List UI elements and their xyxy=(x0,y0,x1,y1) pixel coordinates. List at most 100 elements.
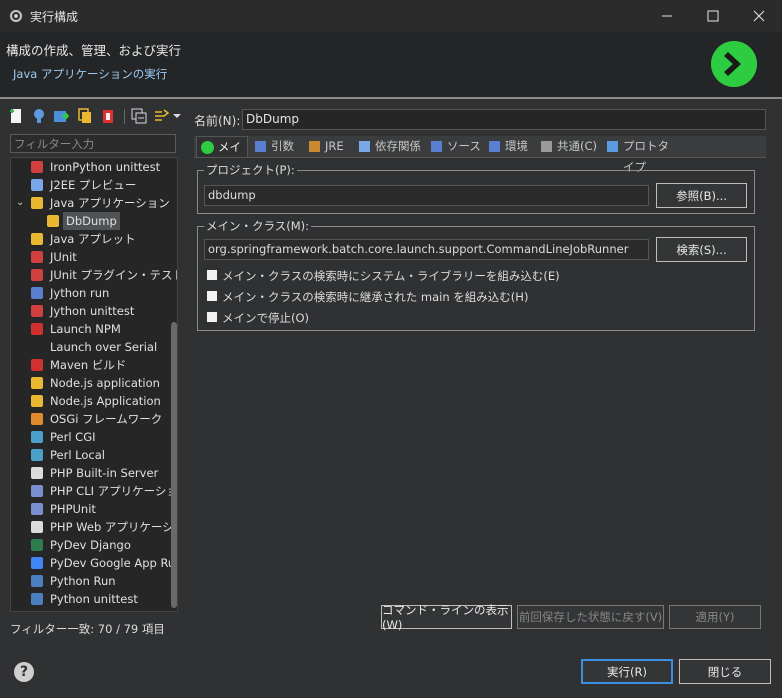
tab-dependencies[interactable]: 依存関係 xyxy=(354,136,424,157)
php-web-icon xyxy=(31,521,43,533)
browse-project-button[interactable]: 参照(B)... xyxy=(656,183,747,208)
tree-item[interactable]: PHPUnit xyxy=(11,500,171,518)
tree-item[interactable]: J2EE プレビュー xyxy=(11,176,171,194)
run-banner-icon xyxy=(711,41,757,87)
delete-config-icon[interactable] xyxy=(100,108,116,124)
view-menu-chevron-down-icon[interactable] xyxy=(172,111,182,121)
filter-input[interactable]: フィルター入力 xyxy=(10,134,176,153)
tab-environment[interactable]: 環境 xyxy=(484,136,534,157)
tab-arguments[interactable]: 引数 xyxy=(250,136,302,157)
collapse-all-icon[interactable] xyxy=(131,108,147,124)
tree-item-label: Maven ビルド xyxy=(50,358,127,372)
name-label: 名前(N): xyxy=(194,114,241,128)
header-subtitle: Java アプリケーションの実行 xyxy=(13,67,168,81)
include-system-libs-checkbox[interactable]: メイン・クラスの検索時にシステム・ライブラリーを組み込む(E) xyxy=(207,268,627,283)
arguments-tab-icon xyxy=(255,141,266,152)
tree-item[interactable]: Jython unittest xyxy=(11,302,171,320)
tab-label: 環境 xyxy=(505,139,528,153)
tab-main[interactable]: メイン xyxy=(196,136,248,175)
tree-item[interactable]: ⌄ Java アプリケーション xyxy=(11,194,171,212)
tree-item[interactable]: PHP CLI アプリケーション xyxy=(11,482,177,500)
java-app-icon xyxy=(31,197,43,209)
tree-item[interactable]: Maven ビルド xyxy=(11,356,171,374)
tree-item[interactable]: Node.js Application xyxy=(11,392,171,410)
search-main-class-button[interactable]: 検索(S)... xyxy=(656,237,747,262)
tree-item-label: Python Run xyxy=(50,574,116,588)
tree-item-label: IronPython unittest xyxy=(50,160,161,174)
duplicate-config-icon[interactable] xyxy=(77,108,93,124)
config-type-tree[interactable]: IronPython unittest J2EE プレビュー ⌄ Java アプリケー… xyxy=(10,157,178,612)
common-tab-icon xyxy=(541,141,552,152)
toolbar-separator xyxy=(124,109,125,124)
tree-item[interactable]: Python Run xyxy=(11,572,171,590)
filter-status: フィルター一致: 70 / 79 項目 xyxy=(10,622,165,636)
tree-item-label: PHP CLI アプリケーション xyxy=(50,484,178,498)
tree-item[interactable]: PyDev Google App Ru xyxy=(11,554,175,572)
ironpython-unittest-icon xyxy=(31,161,43,173)
close-button[interactable]: 閉じる xyxy=(679,659,771,684)
tree-item-label: DbDump xyxy=(63,212,120,230)
tree-item[interactable]: PyDev Django xyxy=(11,536,171,554)
show-command-line-button[interactable]: コマンド・ラインの表示(W) xyxy=(381,603,512,632)
maximize-button[interactable] xyxy=(690,0,736,32)
new-prototype-icon[interactable] xyxy=(31,108,47,124)
jython-run-icon xyxy=(31,287,43,299)
tree-item[interactable]: PHP Built-in Server xyxy=(11,464,171,482)
project-input[interactable]: dbdump xyxy=(204,185,649,206)
tab-label: JRE xyxy=(325,139,344,153)
php-server-icon xyxy=(31,467,43,479)
tree-item[interactable]: Launch NPM xyxy=(11,320,171,338)
tree-item[interactable]: Python unittest xyxy=(11,590,171,608)
tree-item[interactable]: Launch over Serial xyxy=(11,338,171,356)
minimize-button[interactable] xyxy=(644,0,690,32)
maven-icon xyxy=(31,359,43,371)
main-class-input[interactable]: org.springframework.batch.core.launch.su… xyxy=(204,239,649,260)
tab-label: ソース xyxy=(447,139,481,153)
tree-item[interactable]: IronPython unittest xyxy=(11,158,171,176)
npm-icon xyxy=(31,323,43,335)
tab-label: 引数 xyxy=(271,139,294,153)
close-window-button[interactable] xyxy=(736,0,782,32)
tree-scrollbar[interactable] xyxy=(171,322,177,608)
php-cli-icon xyxy=(31,485,43,497)
tree-item[interactable]: PHP Web アプリケーション xyxy=(11,518,177,536)
stop-in-main-checkbox[interactable]: メインで停止(O) xyxy=(207,310,407,325)
name-input[interactable]: DbDump xyxy=(242,109,766,130)
export-config-icon[interactable] xyxy=(53,108,69,124)
include-inherited-main-checkbox[interactable]: メイン・クラスの検索時に継承された main を組み込む(H) xyxy=(207,289,627,304)
tree-item[interactable]: Node.js application xyxy=(11,374,171,392)
tree-item[interactable]: OSGi フレームワーク xyxy=(11,410,171,428)
apply-button[interactable]: 適用(Y) xyxy=(669,605,761,629)
tab-prototype[interactable]: プロトタイプ xyxy=(602,136,680,174)
tree-item[interactable]: JUnit プラグイン・テスト xyxy=(11,266,177,284)
main-class-group: メイン・クラス(M): org.springframework.batch.co… xyxy=(197,218,755,331)
checkbox-label: メイン・クラスの検索時に継承された main を組み込む(H) xyxy=(222,290,529,304)
expand-chevron-down-icon[interactable]: ⌄ xyxy=(16,194,24,212)
help-icon[interactable]: ? xyxy=(14,662,34,682)
tree-item[interactable]: Perl Local xyxy=(11,446,171,464)
tab-source[interactable]: ソース xyxy=(426,136,482,157)
tree-item[interactable]: DbDump xyxy=(11,212,171,230)
tree-item[interactable]: JUnit xyxy=(11,248,171,266)
revert-button[interactable]: 前回保存した状態に戻す(V) xyxy=(517,605,664,629)
junit-icon xyxy=(31,251,43,263)
filter-config-icon[interactable] xyxy=(154,108,170,124)
tree-item[interactable]: Java アプレット xyxy=(11,230,171,248)
left-toolbar xyxy=(0,104,188,128)
tree-item-label: JUnit xyxy=(50,250,77,264)
run-button[interactable]: 実行(R) xyxy=(581,659,673,684)
java-config-icon xyxy=(47,215,59,227)
tree-item[interactable]: Jython run xyxy=(11,284,171,302)
window-title: 実行構成 xyxy=(30,10,79,24)
tree-item[interactable]: Perl CGI xyxy=(11,428,171,446)
nodejs-icon xyxy=(31,395,43,407)
new-config-icon[interactable] xyxy=(8,108,24,124)
tab-label: 共通(C) xyxy=(557,139,598,153)
tree-item-label: Launch NPM xyxy=(50,322,121,336)
tab-common[interactable]: 共通(C) xyxy=(536,136,600,157)
tree-item-label: Node.js application xyxy=(50,376,160,390)
tree-item-label: Jython run xyxy=(50,286,110,300)
run-configurations-icon xyxy=(10,10,22,22)
tab-jre[interactable]: JRE xyxy=(304,136,352,157)
maximize-icon xyxy=(707,10,719,22)
